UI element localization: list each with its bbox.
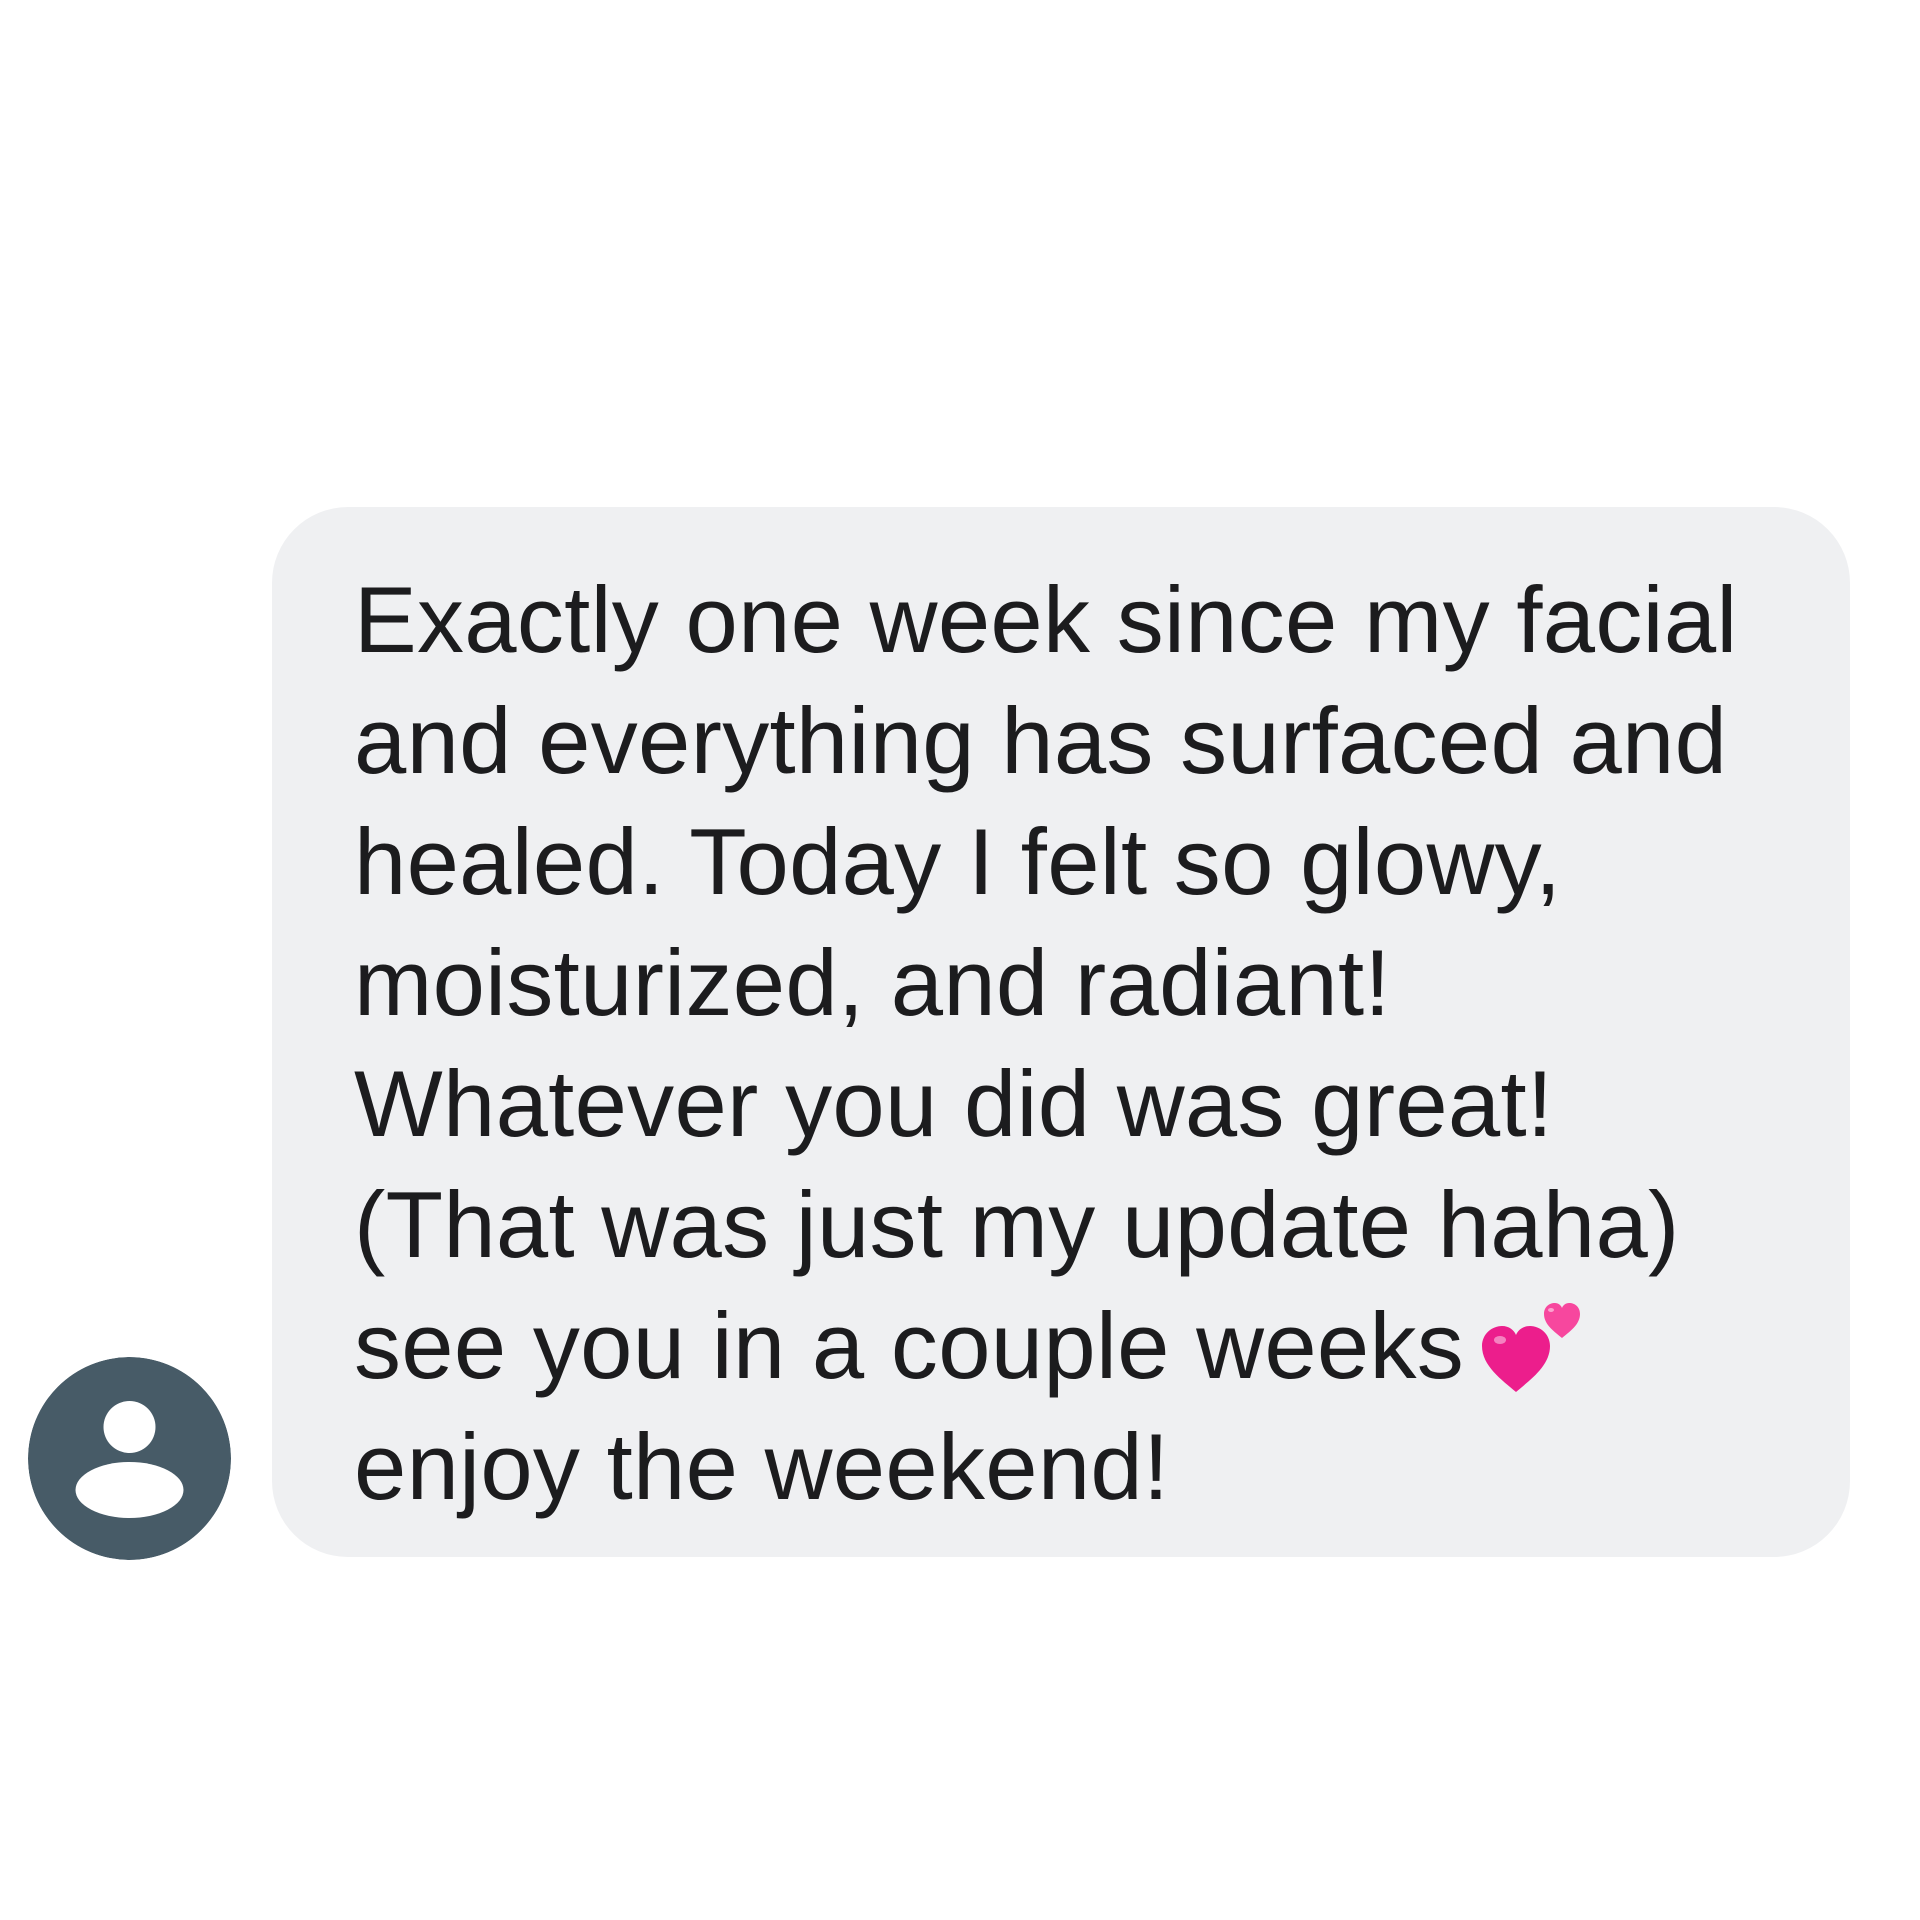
incoming-message-row: Exactly one week since my facial and eve… (0, 0, 1920, 1920)
message-text-line: and everything has surfaced and (354, 688, 1728, 793)
two-hearts-icon (1478, 1290, 1588, 1400)
message-bubble[interactable]: Exactly one week since my facial and eve… (272, 507, 1850, 1557)
message-text-line-with-emoji: see you in a couple weeks (354, 1285, 1810, 1406)
message-text-segment: see you in a couple weeks (354, 1293, 1465, 1398)
message-text-line: Exactly one week since my facial (354, 567, 1738, 672)
conversation-view: Exactly one week since my facial and eve… (0, 0, 1920, 1920)
message-text-line: enjoy the weekend! (354, 1414, 1170, 1519)
message-text-line: healed. Today I felt so glowy, (354, 809, 1562, 914)
person-silhouette-icon (28, 1357, 231, 1560)
message-text-line: Whatever you did was great! (354, 1051, 1554, 1156)
message-text-line: (That was just my update haha) (354, 1172, 1680, 1277)
contact-avatar[interactable] (28, 1357, 231, 1560)
message-text-line: moisturized, and radiant! (354, 930, 1391, 1035)
